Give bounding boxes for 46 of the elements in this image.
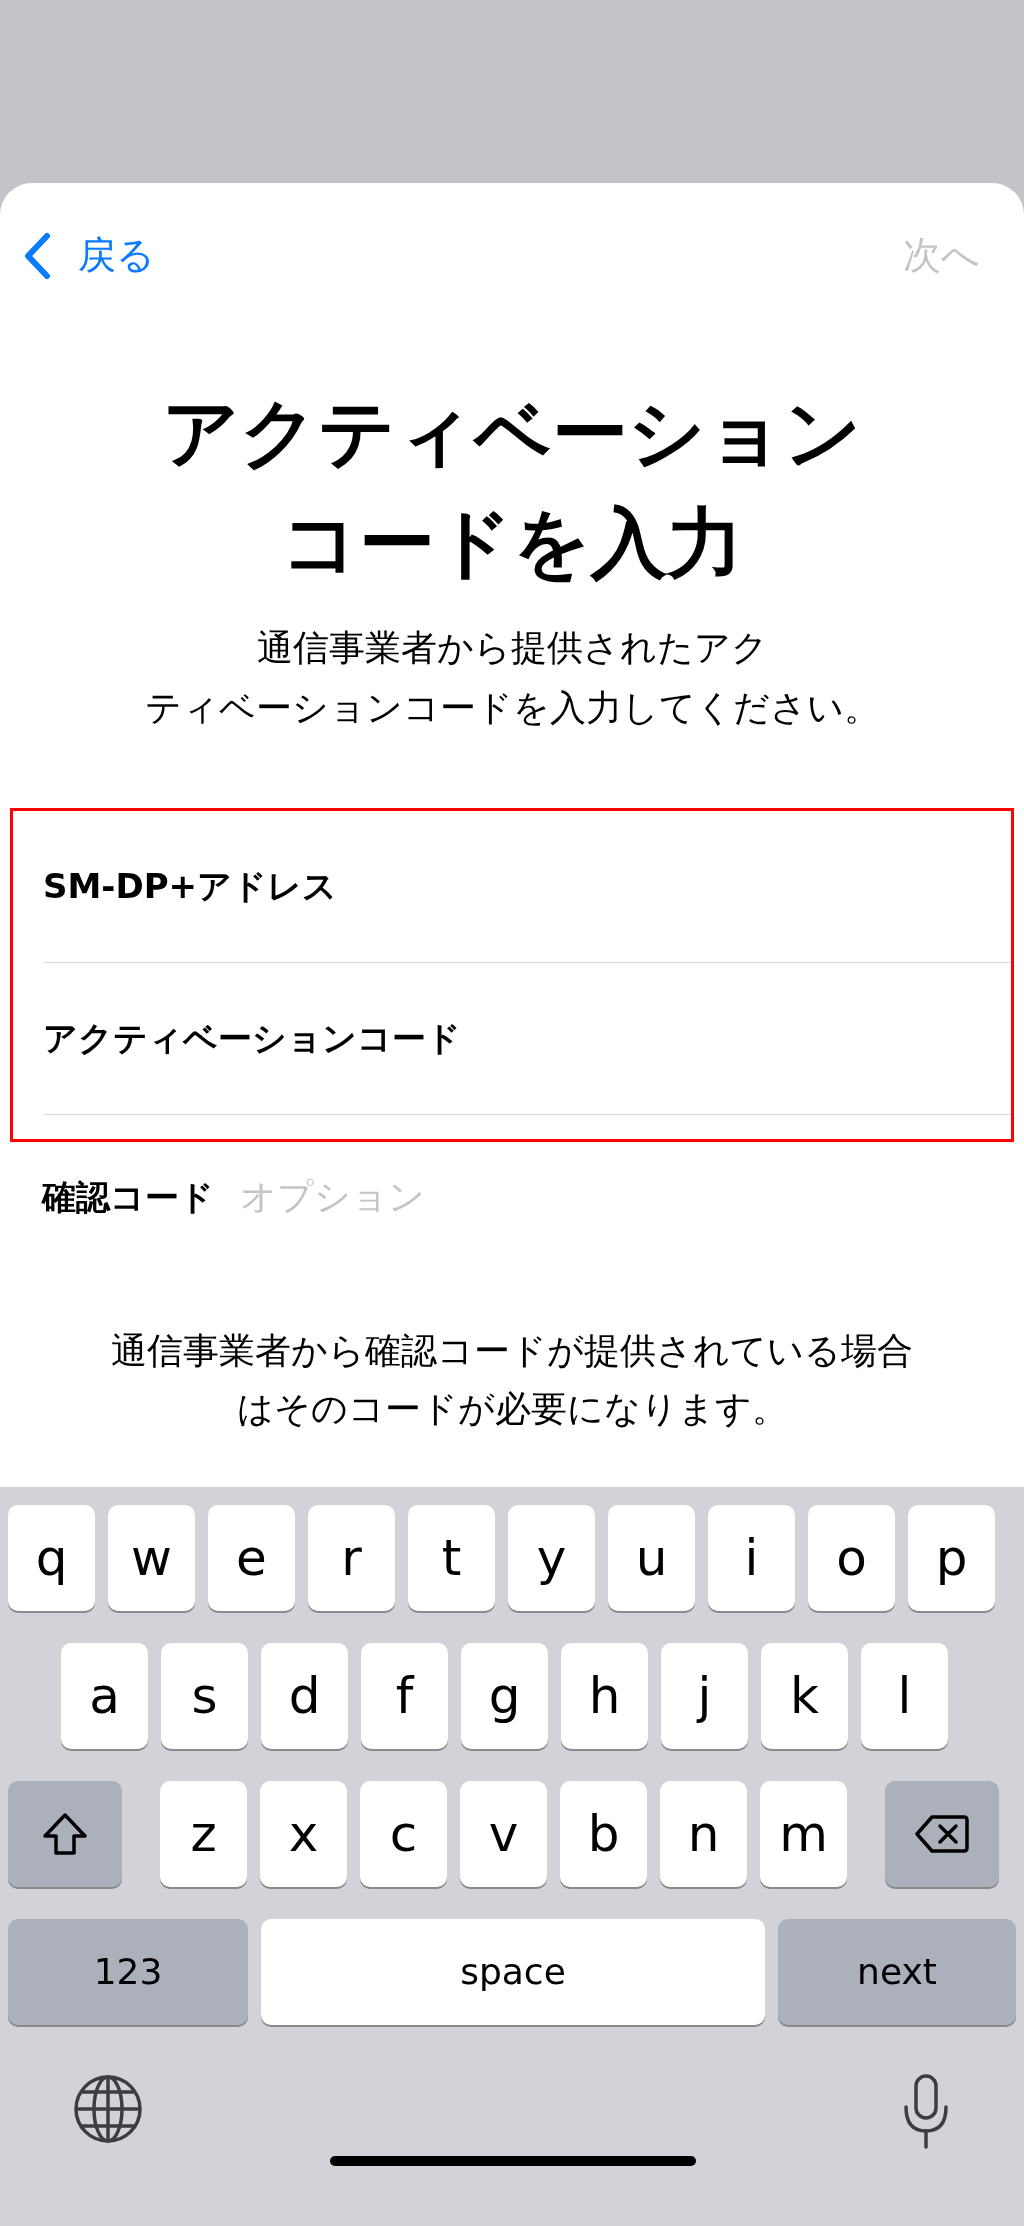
keyboard-key[interactable]: d: [261, 1643, 348, 1749]
keyboard-key[interactable]: x: [260, 1781, 347, 1887]
keyboard-key[interactable]: b: [560, 1781, 647, 1887]
keyboard-key[interactable]: c: [360, 1781, 447, 1887]
input-field[interactable]: オプション: [240, 1170, 1024, 1224]
keyboard-key[interactable]: z: [160, 1781, 247, 1887]
shift-key[interactable]: [8, 1781, 122, 1887]
keyboard-key[interactable]: e: [208, 1505, 295, 1611]
keyboard-key[interactable]: g: [461, 1643, 548, 1749]
keyboard-key[interactable]: i: [708, 1505, 795, 1611]
keyboard-key[interactable]: p: [908, 1505, 995, 1611]
next-key[interactable]: next: [778, 1919, 1016, 2025]
note-line: 通信事業者から確認コードが提供されている場合: [111, 1329, 913, 1373]
keyboard-key[interactable]: h: [561, 1643, 648, 1749]
subtitle-line: ティベーションコードを入力してください。: [144, 686, 880, 730]
keyboard-key[interactable]: y: [508, 1505, 595, 1611]
keyboard-key[interactable]: k: [761, 1643, 848, 1749]
title-line: アクティベーション: [162, 387, 862, 479]
keyboard-key[interactable]: l: [861, 1643, 948, 1749]
keyboard-key[interactable]: q: [8, 1505, 95, 1611]
keyboard-key[interactable]: w: [108, 1505, 195, 1611]
subtitle-line: 通信事業者から提供されたアク: [256, 626, 768, 670]
back-button[interactable]: 戻る: [22, 227, 155, 284]
backspace-icon: [914, 1814, 970, 1854]
backspace-key[interactable]: [885, 1781, 999, 1887]
keyboard-key[interactable]: u: [608, 1505, 695, 1611]
keyboard-key[interactable]: f: [361, 1643, 448, 1749]
keyboard-key[interactable]: n: [660, 1781, 747, 1887]
shift-arrow-icon: [42, 1812, 88, 1856]
field-label: SM-DP+アドレス: [43, 865, 338, 908]
field-label: アクティベーションコード: [43, 1017, 461, 1060]
globe-icon[interactable]: [72, 2073, 144, 2145]
back-chevron-icon: [22, 231, 52, 280]
keyboard-key[interactable]: m: [760, 1781, 847, 1887]
field-label: 確認コード: [42, 1175, 214, 1219]
keyboard-key[interactable]: j: [661, 1643, 748, 1749]
keyboard-key[interactable]: v: [460, 1781, 547, 1887]
keyboard-key[interactable]: t: [408, 1505, 495, 1611]
keyboard-key[interactable]: s: [161, 1643, 248, 1749]
keyboard-key[interactable]: r: [308, 1505, 395, 1611]
numbers-key[interactable]: 123: [8, 1919, 248, 2025]
keyboard-key[interactable]: a: [61, 1643, 148, 1749]
title-line: コードを入力: [281, 497, 743, 589]
note-line: はそのコードが必要になります。: [236, 1387, 788, 1431]
keyboard-key[interactable]: o: [808, 1505, 895, 1611]
space-key[interactable]: space: [261, 1919, 765, 2025]
